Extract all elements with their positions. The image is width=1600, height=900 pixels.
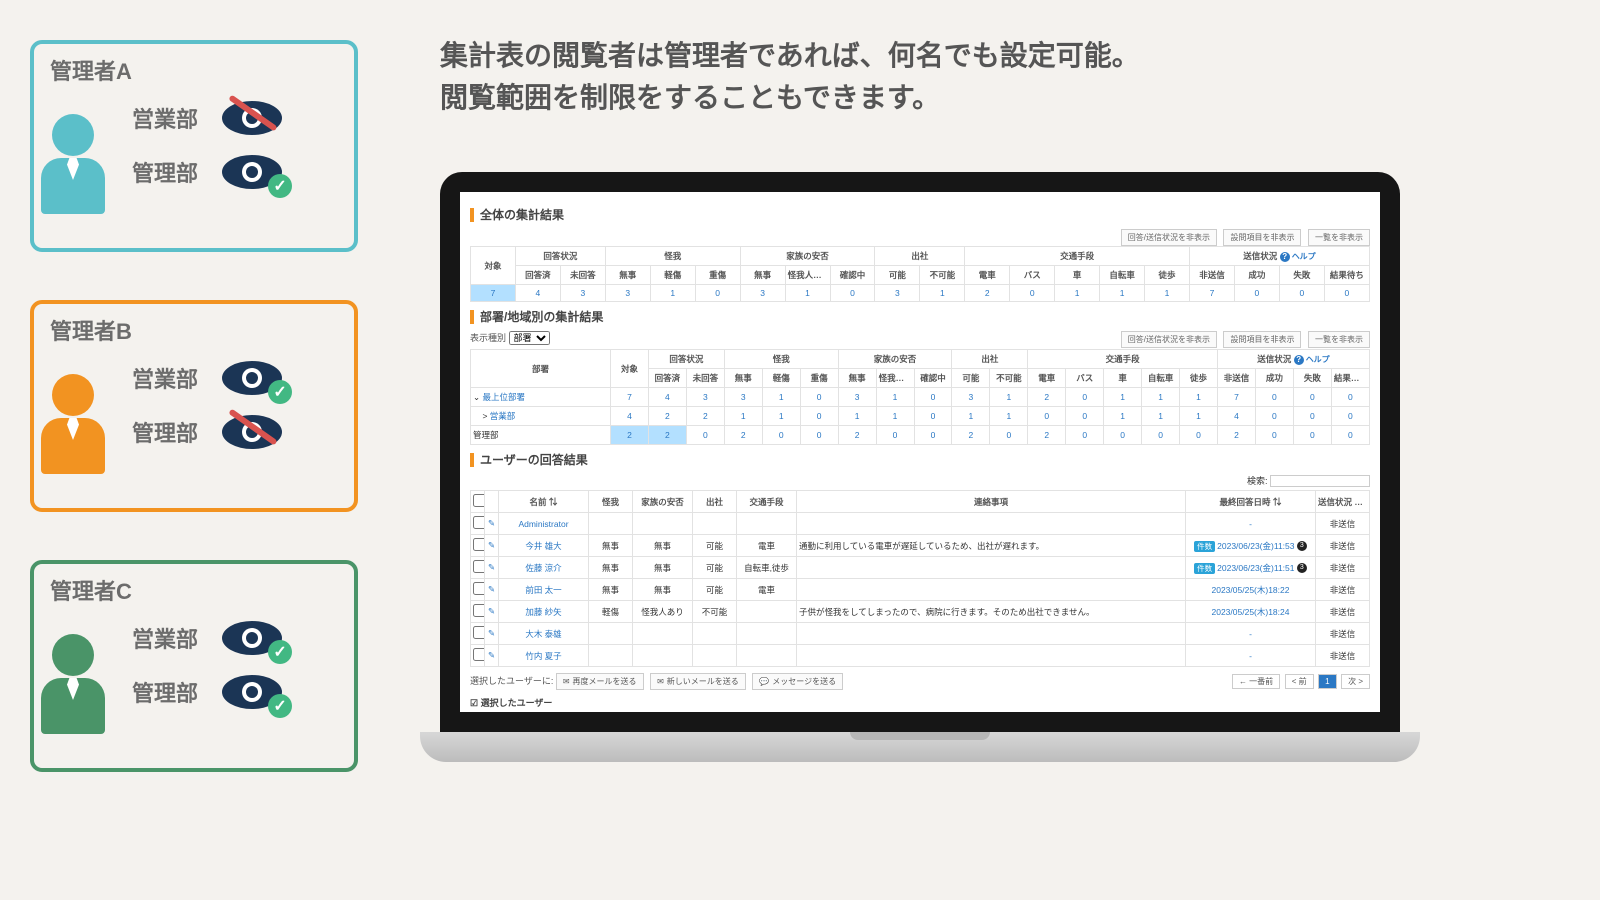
admin-b-dept1: 営業部 (132, 362, 198, 394)
edit-icon[interactable]: ✎ (488, 606, 495, 616)
btn-newmail[interactable]: ✉ 新しいメールを送る (650, 673, 746, 690)
row-check[interactable] (473, 560, 485, 573)
btn-resend[interactable]: ✉ 再度メールを送る (556, 673, 644, 690)
person-icon (52, 634, 105, 734)
eye-blocked-icon (216, 410, 288, 454)
pager-current[interactable]: 1 (1318, 674, 1336, 689)
edit-icon[interactable]: ✎ (488, 650, 495, 660)
admin-c-dept2: 管理部 (132, 676, 198, 708)
admin-card-a: 管理者A 営業部 管理部 ✓ (30, 40, 358, 252)
user-row: ✎竹内 夏子-非送信 (471, 645, 1370, 667)
row-check[interactable] (473, 604, 485, 617)
selected-users: ☑ 選択したユーザー ● 誰も選択していません (470, 696, 1370, 712)
eye-allowed-icon: ✓ (216, 670, 288, 714)
eye-blocked-icon (216, 96, 288, 140)
btn-hide-status[interactable]: 回答/送信状況を非表示 (1121, 229, 1217, 246)
user-name[interactable]: 加藤 紗矢 (499, 601, 589, 623)
btn-hide-items-2[interactable]: 設問項目を非表示 (1223, 331, 1301, 348)
pager-next[interactable]: 次 > (1341, 674, 1370, 689)
table-overall: 対象 回答状況 怪我 家族の安否 出社 交通手段 送信状況 ヘルプ 回答済未回答… (470, 246, 1370, 302)
person-icon (52, 114, 105, 214)
app-screen: 全体の集計結果 回答/送信状況を非表示 設問項目を非表示 一覧を非表示 対象 回… (460, 192, 1380, 712)
admin-card-c: 管理者C 営業部 ✓ 管理部 ✓ (30, 560, 358, 772)
dept-row: ⌄ 最上位部署74331031031201117000 (471, 388, 1370, 407)
admin-c-dept1: 営業部 (132, 622, 198, 654)
filter-label: 表示種別 (470, 333, 506, 343)
eye-allowed-icon: ✓ (216, 616, 288, 660)
section-overall-title: 全体の集計結果 (470, 206, 1370, 223)
laptop-frame: 全体の集計結果 回答/送信状況を非表示 設問項目を非表示 一覧を非表示 対象 回… (440, 172, 1400, 762)
row-check[interactable] (473, 626, 485, 639)
row-check[interactable] (473, 648, 485, 661)
admin-b-title: 管理者B (50, 314, 338, 346)
admin-c-title: 管理者C (50, 574, 338, 606)
pager-prev[interactable]: < 前 (1285, 674, 1314, 689)
eye-allowed-icon: ✓ (216, 356, 288, 400)
edit-icon[interactable]: ✎ (488, 540, 495, 550)
admin-b-dept2: 管理部 (132, 416, 198, 448)
col-dept: 部署 (471, 350, 611, 388)
help-icon[interactable]: ヘルプ (1354, 498, 1369, 507)
user-name[interactable]: Administrator (499, 513, 589, 535)
filter-select[interactable]: 部署 (509, 331, 550, 345)
dept-row: > 営業部42211011011001114000 (471, 407, 1370, 426)
edit-icon[interactable]: ✎ (488, 628, 495, 638)
row-check[interactable] (473, 516, 485, 529)
pager-first[interactable]: ← 一番前 (1232, 674, 1280, 689)
btn-hide-list-2[interactable]: 一覧を非表示 (1308, 331, 1370, 348)
check-all[interactable] (473, 494, 485, 507)
section-dept-title: 部署/地域別の集計結果 (470, 308, 1370, 325)
table-dept: 部署 対象 回答状況 怪我 家族の安否 出社 交通手段 送信状況 ヘルプ 回答済… (470, 349, 1370, 445)
user-name[interactable]: 竹内 夏子 (499, 645, 589, 667)
btn-hide-list[interactable]: 一覧を非表示 (1308, 229, 1370, 246)
btn-message[interactable]: 💬 メッセージを送る (752, 673, 843, 690)
action-prefix: 選択したユーザーに: (470, 676, 553, 686)
laptop-base (420, 732, 1420, 762)
admin-a-title: 管理者A (50, 54, 338, 86)
person-icon (52, 374, 105, 474)
user-name[interactable]: 前田 太一 (499, 579, 589, 601)
user-row: ✎佐藤 涼介無事無事可能自転車,徒歩件数2023/06/23(金)11:51 3… (471, 557, 1370, 579)
row-check[interactable] (473, 538, 485, 551)
row-check[interactable] (473, 582, 485, 595)
eye-allowed-icon: ✓ (216, 150, 288, 194)
edit-icon[interactable]: ✎ (488, 584, 495, 594)
user-row: ✎今井 雄大無事無事可能電車通勤に利用している電車が遅延しているため、出社が遅れ… (471, 535, 1370, 557)
user-row: ✎加藤 紗矢軽傷怪我人あり不可能子供が怪我をしてしまったので、病院に行きます。そ… (471, 601, 1370, 623)
headline-line2: 閲覧範囲を制限をすることもできます。 (440, 77, 1140, 119)
headline-line1: 集計表の閲覧者は管理者であれば、何名でも設定可能。 (440, 35, 1140, 77)
user-name[interactable]: 大木 泰雄 (499, 623, 589, 645)
btn-hide-items[interactable]: 設問項目を非表示 (1223, 229, 1301, 246)
col-target: 対象 (471, 247, 516, 285)
admin-a-dept2: 管理部 (132, 156, 198, 188)
help-icon[interactable]: ヘルプ (1280, 252, 1316, 261)
user-row: ✎前田 太一無事無事可能電車2023/05/25(木)18:22非送信 (471, 579, 1370, 601)
pager: ← 一番前 < 前 1 次 > (1230, 676, 1370, 687)
user-name[interactable]: 佐藤 涼介 (499, 557, 589, 579)
edit-icon[interactable]: ✎ (488, 518, 495, 528)
user-row: ✎大木 泰雄-非送信 (471, 623, 1370, 645)
help-icon[interactable]: ヘルプ (1294, 355, 1330, 364)
table-users: 名前 ⇅ 怪我 家族の安否 出社 交通手段 連絡事項 最終回答日時 ⇅ 送信状況… (470, 490, 1370, 667)
dept-row: 管理部22020020020200002000 (471, 426, 1370, 445)
admin-card-b: 管理者B 営業部 ✓ 管理部 (30, 300, 358, 512)
user-name[interactable]: 今井 雄大 (499, 535, 589, 557)
user-row: ✎Administrator-非送信 (471, 513, 1370, 535)
section-users-title: ユーザーの回答結果 (470, 451, 1370, 468)
headline: 集計表の閲覧者は管理者であれば、何名でも設定可能。 閲覧範囲を制限をすることもで… (440, 35, 1140, 119)
edit-icon[interactable]: ✎ (488, 562, 495, 572)
search-label: 検索: (1247, 476, 1268, 486)
admin-a-dept1: 営業部 (132, 102, 198, 134)
search-input[interactable] (1270, 475, 1370, 487)
btn-hide-status-2[interactable]: 回答/送信状況を非表示 (1121, 331, 1217, 348)
